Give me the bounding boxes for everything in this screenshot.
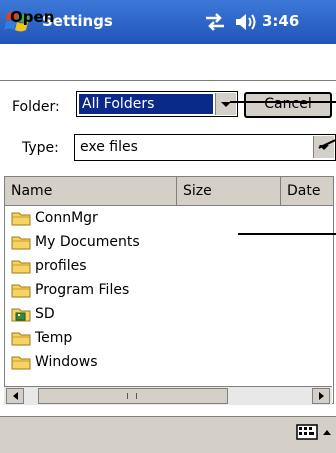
folder-icon xyxy=(11,260,31,274)
list-header: Name Size Date xyxy=(5,177,333,206)
dialog-header xyxy=(0,44,336,81)
folder-dropdown[interactable]: All Folders xyxy=(76,91,238,117)
folder-dropdown-value: All Folders xyxy=(79,94,213,114)
list-item-label: My Documents xyxy=(35,234,140,250)
scroll-left-icon[interactable] xyxy=(6,388,24,404)
list-item-label: ConnMgr xyxy=(35,210,98,226)
list-item-label: SD xyxy=(35,306,55,322)
clock[interactable]: 3:46 xyxy=(262,12,299,30)
list-item-label: Program Files xyxy=(35,282,130,298)
column-header-size[interactable]: Size xyxy=(177,177,281,205)
list-item[interactable]: profiles xyxy=(11,255,87,277)
scrollbar-thumb[interactable] xyxy=(38,388,228,404)
folder-icon xyxy=(11,284,31,298)
column-header-date[interactable]: Date xyxy=(281,177,333,205)
chevron-down-icon[interactable] xyxy=(313,136,334,158)
folder-icon xyxy=(11,212,31,226)
speaker-icon[interactable] xyxy=(234,12,258,32)
folder-icon xyxy=(11,236,31,250)
list-item[interactable]: Temp xyxy=(11,327,72,349)
column-header-name[interactable]: Name xyxy=(5,177,177,205)
list-item[interactable]: SD xyxy=(11,303,55,325)
scroll-right-icon[interactable] xyxy=(312,388,330,404)
folder-icon xyxy=(11,356,31,370)
list-item-label: profiles xyxy=(35,258,87,274)
type-dropdown[interactable]: exe files xyxy=(74,134,336,161)
list-item[interactable]: My Documents xyxy=(11,231,140,253)
callout-line xyxy=(230,101,336,103)
input-menu-arrow-icon[interactable] xyxy=(322,428,332,436)
folder-icon xyxy=(11,332,31,346)
dialog-title: Open xyxy=(10,8,55,26)
menu-bar xyxy=(0,416,336,453)
connectivity-icon[interactable] xyxy=(204,12,226,32)
type-label: Type: xyxy=(22,140,59,156)
horizontal-scrollbar[interactable] xyxy=(4,386,332,405)
list-item[interactable]: Windows xyxy=(11,351,98,373)
list-item-label: Windows xyxy=(35,354,98,370)
chevron-down-icon[interactable] xyxy=(215,93,236,115)
file-list[interactable]: Name Size Date ConnMgr My Documents prof… xyxy=(4,176,334,404)
callout-line xyxy=(238,233,336,235)
list-item[interactable]: Program Files xyxy=(11,279,129,301)
list-item-label: Temp xyxy=(35,330,73,346)
cancel-button[interactable]: Cancel xyxy=(244,92,332,118)
folder-label: Folder: xyxy=(12,99,60,115)
type-dropdown-value: exe files xyxy=(80,139,138,155)
keyboard-icon[interactable] xyxy=(296,424,318,440)
storage-card-icon xyxy=(11,308,31,322)
list-item[interactable]: ConnMgr xyxy=(11,207,98,229)
